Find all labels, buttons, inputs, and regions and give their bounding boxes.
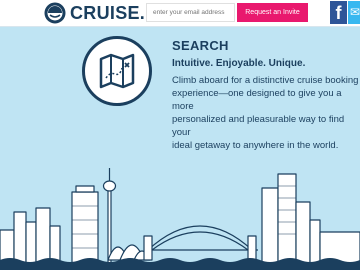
section-tagline: Intuitive. Enjoyable. Unique. [172,58,306,69]
life-ring-icon [44,2,66,24]
section-title: SEARCH [172,38,229,53]
body-line: Climb aboard for a distinctive cruise bo… [172,75,359,86]
sydney-skyline-illustration [0,168,360,270]
folded-map-icon [99,53,135,89]
body-line: experience—one designed to give you a mo… [172,88,342,112]
request-invite-button[interactable]: Request an Invite [237,3,308,22]
facebook-icon[interactable]: f [330,1,347,24]
twitter-icon[interactable]: ✉ [348,1,360,24]
email-input[interactable] [146,3,235,22]
body-line: personalized and pleasurable way to find… [172,114,345,138]
section-body: Climb aboard for a distinctive cruise bo… [172,74,360,152]
search-feature-badge [82,36,152,106]
top-bar: CRUISE.ME Request an Invite f ✉ [0,0,360,27]
